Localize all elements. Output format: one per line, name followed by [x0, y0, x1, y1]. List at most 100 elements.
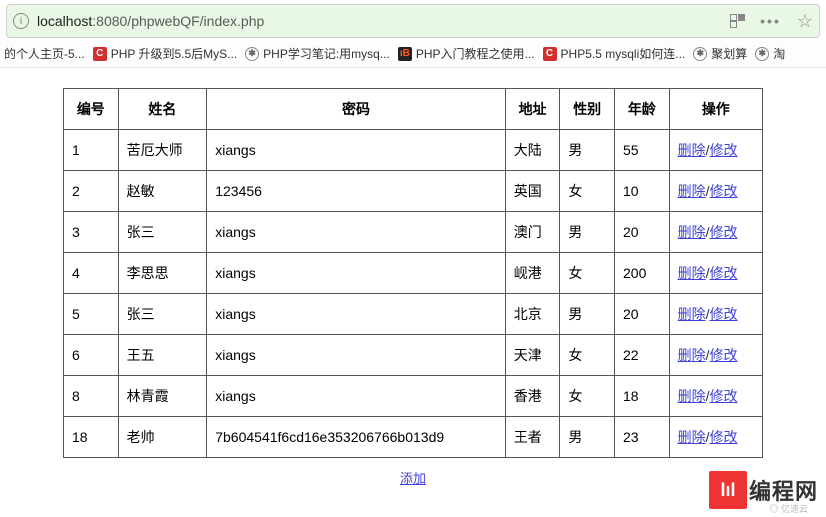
info-icon[interactable]: i	[13, 13, 29, 29]
bookmark-item[interactable]: C PHP5.5 mysqli如何连...	[543, 45, 686, 62]
delete-link[interactable]: 删除	[678, 142, 706, 158]
table-cell-name: 李思思	[118, 253, 207, 294]
qr-icon[interactable]	[730, 14, 744, 28]
bookmark-label: PHP5.5 mysqli如何连...	[561, 45, 686, 62]
table-cell-addr: 北京	[505, 294, 560, 335]
table-cell-id: 3	[64, 212, 119, 253]
table-cell-actions: 删除/修改	[669, 171, 762, 212]
table-cell-name: 张三	[118, 294, 207, 335]
table-header-cell: 地址	[505, 89, 560, 130]
bookmark-item[interactable]: ✱淘	[755, 45, 785, 62]
table-cell-age: 18	[615, 376, 670, 417]
table-cell-addr: 澳门	[505, 212, 560, 253]
bookmark-item[interactable]: ✱聚划算	[693, 45, 747, 62]
bookmark-label: PHP学习笔记:用mysq...	[263, 45, 390, 62]
table-cell-id: 5	[64, 294, 119, 335]
table-cell-sex: 女	[560, 253, 615, 294]
edit-link[interactable]: 修改	[710, 347, 738, 363]
table-cell-age: 23	[615, 417, 670, 458]
table-row: 1苦厄大师xiangs大陆男55删除/修改	[64, 130, 763, 171]
add-link[interactable]: 添加	[400, 471, 426, 486]
table-cell-actions: 删除/修改	[669, 376, 762, 417]
bookmark-icon: C	[543, 47, 557, 61]
table-row: 4李思思xiangs岘港女200删除/修改	[64, 253, 763, 294]
delete-link[interactable]: 删除	[678, 388, 706, 404]
table-body: 1苦厄大师xiangs大陆男55删除/修改2赵敏123456英国女10删除/修改…	[64, 130, 763, 458]
delete-link[interactable]: 删除	[678, 265, 706, 281]
table-header-cell: 年龄	[615, 89, 670, 130]
table-cell-pwd: xiangs	[207, 253, 506, 294]
address-bar[interactable]: i localhost:8080/phpwebQF/index.php ••• …	[6, 4, 820, 38]
watermark-sub: ◎ 亿速云	[769, 502, 808, 515]
delete-link[interactable]: 删除	[678, 429, 706, 445]
table-cell-addr: 大陆	[505, 130, 560, 171]
watermark-logo-icon: lıl	[709, 471, 747, 509]
table-cell-age: 20	[615, 294, 670, 335]
url-host: localhost	[37, 13, 92, 29]
table-cell-actions: 删除/修改	[669, 130, 762, 171]
address-bar-actions: ••• ☆	[730, 11, 813, 32]
table-cell-sex: 男	[560, 417, 615, 458]
edit-link[interactable]: 修改	[710, 183, 738, 199]
delete-link[interactable]: 删除	[678, 306, 706, 322]
table-cell-pwd: xiangs	[207, 294, 506, 335]
table-cell-sex: 女	[560, 376, 615, 417]
table-cell-actions: 删除/修改	[669, 335, 762, 376]
globe-icon: ✱	[755, 47, 769, 61]
table-cell-id: 4	[64, 253, 119, 294]
table-cell-sex: 男	[560, 294, 615, 335]
table-cell-actions: 删除/修改	[669, 417, 762, 458]
globe-icon: ✱	[245, 47, 259, 61]
bookmark-item[interactable]: ✱ PHP学习笔记:用mysq...	[245, 45, 390, 62]
delete-link[interactable]: 删除	[678, 224, 706, 240]
table-cell-age: 10	[615, 171, 670, 212]
table-cell-id: 6	[64, 335, 119, 376]
table-row: 2赵敏123456英国女10删除/修改	[64, 171, 763, 212]
edit-link[interactable]: 修改	[710, 224, 738, 240]
table-cell-addr: 英国	[505, 171, 560, 212]
page-content: 编号姓名密码地址性别年龄操作 1苦厄大师xiangs大陆男55删除/修改2赵敏1…	[0, 68, 826, 497]
table-cell-actions: 删除/修改	[669, 253, 762, 294]
bookmark-label: 淘	[773, 45, 785, 62]
edit-link[interactable]: 修改	[710, 388, 738, 404]
table-row: 8林青霞xiangs香港女18删除/修改	[64, 376, 763, 417]
bookmark-icon: C	[93, 47, 107, 61]
table-cell-id: 8	[64, 376, 119, 417]
edit-link[interactable]: 修改	[710, 265, 738, 281]
table-cell-name: 苦厄大师	[118, 130, 207, 171]
table-cell-age: 200	[615, 253, 670, 294]
bookmark-item[interactable]: 的个人主页-5...	[4, 45, 85, 62]
url-text: localhost:8080/phpwebQF/index.php	[37, 13, 730, 29]
table-cell-id: 1	[64, 130, 119, 171]
add-link-wrap: 添加	[400, 468, 426, 487]
data-table: 编号姓名密码地址性别年龄操作 1苦厄大师xiangs大陆男55删除/修改2赵敏1…	[63, 88, 763, 458]
edit-link[interactable]: 修改	[710, 429, 738, 445]
table-header-row: 编号姓名密码地址性别年龄操作	[64, 89, 763, 130]
more-icon[interactable]: •••	[760, 13, 781, 29]
bookmarks-bar: 的个人主页-5... C PHP 升级到5.5后MyS... ✱ PHP学习笔记:用my…	[0, 40, 826, 68]
table-cell-actions: 删除/修改	[669, 294, 762, 335]
table-cell-pwd: 123456	[207, 171, 506, 212]
table-row: 18老帅7b604541f6cd16e353206766b013d9王者男23删…	[64, 417, 763, 458]
table-cell-age: 22	[615, 335, 670, 376]
edit-link[interactable]: 修改	[710, 306, 738, 322]
table-cell-pwd: xiangs	[207, 212, 506, 253]
table-cell-addr: 天津	[505, 335, 560, 376]
table-cell-pwd: xiangs	[207, 376, 506, 417]
bookmark-label: PHP 升级到5.5后MyS...	[111, 45, 237, 62]
bookmark-star-icon[interactable]: ☆	[797, 11, 813, 32]
table-cell-addr: 岘港	[505, 253, 560, 294]
delete-link[interactable]: 删除	[678, 183, 706, 199]
table-cell-sex: 女	[560, 171, 615, 212]
bookmark-label: 的个人主页-5...	[4, 45, 85, 62]
delete-link[interactable]: 删除	[678, 347, 706, 363]
table-cell-id: 18	[64, 417, 119, 458]
table-row: 6王五xiangs天津女22删除/修改	[64, 335, 763, 376]
table-cell-name: 赵敏	[118, 171, 207, 212]
edit-link[interactable]: 修改	[710, 142, 738, 158]
table-row: 3张三xiangs澳门男20删除/修改	[64, 212, 763, 253]
table-cell-name: 张三	[118, 212, 207, 253]
bookmark-item[interactable]: ıBPHP入门教程之使用...	[398, 45, 535, 62]
bookmark-item[interactable]: C PHP 升级到5.5后MyS...	[93, 45, 237, 62]
table-cell-name: 王五	[118, 335, 207, 376]
